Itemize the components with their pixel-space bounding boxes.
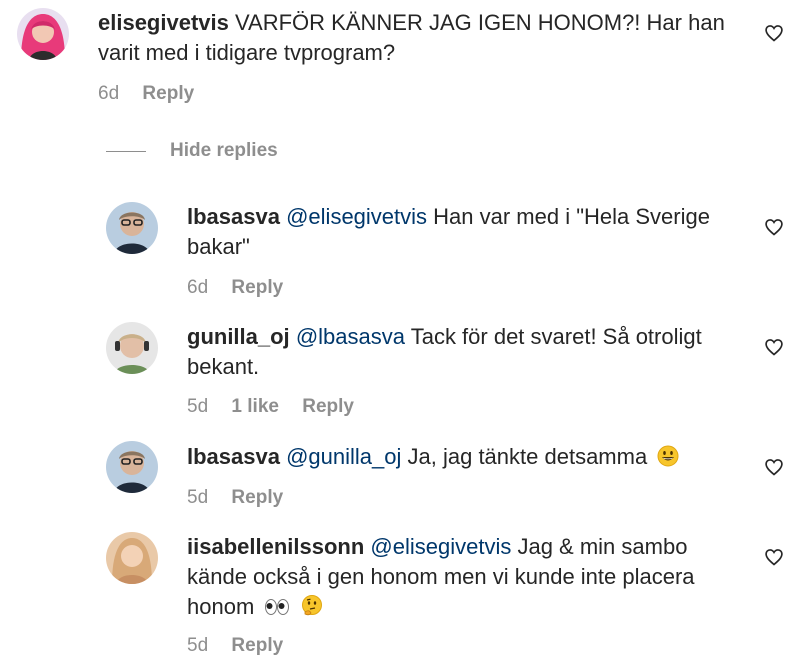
- hide-replies-button[interactable]: Hide replies: [106, 138, 278, 164]
- hide-replies-label: Hide replies: [170, 140, 278, 161]
- divider: [106, 150, 146, 152]
- comment-timestamp[interactable]: 5d: [187, 487, 208, 508]
- heart-icon[interactable]: [764, 23, 784, 43]
- thinking-face-emoji: [301, 595, 323, 625]
- comment-text: elisegivetvis VARFÖR KÄNNER JAG IGEN HON…: [98, 8, 748, 68]
- eyes-emoji: [264, 595, 290, 625]
- mention-link[interactable]: @elisegivetvis: [286, 204, 427, 229]
- reply-button[interactable]: Reply: [231, 277, 283, 298]
- comment-text: gunilla_oj @lbasasva Tack för det svaret…: [187, 322, 747, 382]
- comment-username[interactable]: lbasasva: [187, 204, 280, 229]
- comment-timestamp[interactable]: 5d: [187, 635, 208, 656]
- comment-body: Ja, jag tänkte detsamma: [407, 444, 648, 469]
- reply-lbasasva-2: lbasasva @gunilla_oj Ja, jag tänkte dets…: [0, 435, 800, 525]
- comment-username[interactable]: iisabellenilssonn: [187, 534, 364, 559]
- grinning-face-emoji: [657, 445, 679, 475]
- comment-meta: 5d Reply: [187, 635, 301, 657]
- reply-button[interactable]: Reply: [302, 396, 354, 417]
- comment-username[interactable]: gunilla_oj: [187, 324, 290, 349]
- heart-icon[interactable]: [764, 547, 784, 567]
- reply-button[interactable]: Reply: [231, 487, 283, 508]
- reply-lbasasva: lbasasva @elisegivetvis Han var med i "H…: [0, 195, 800, 305]
- comment-elisegivetvis: elisegivetvis VARFÖR KÄNNER JAG IGEN HON…: [0, 0, 800, 110]
- comment-timestamp[interactable]: 6d: [187, 277, 208, 298]
- comment-meta: 6d Reply: [98, 83, 212, 105]
- comment-text: lbasasva @gunilla_oj Ja, jag tänkte dets…: [187, 442, 747, 475]
- reply-iisabellenilssonn: iisabellenilssonn @elisegivetvis Jag & m…: [0, 525, 800, 660]
- avatar[interactable]: [17, 8, 69, 60]
- reply-button[interactable]: Reply: [231, 635, 283, 656]
- reply-gunilla-oj: gunilla_oj @lbasasva Tack för det svaret…: [0, 315, 800, 425]
- comment-text: lbasasva @elisegivetvis Han var med i "H…: [187, 202, 747, 262]
- mention-link[interactable]: @lbasasva: [296, 324, 405, 349]
- reply-button[interactable]: Reply: [142, 83, 194, 104]
- heart-icon[interactable]: [764, 457, 784, 477]
- comment-timestamp[interactable]: 6d: [98, 83, 119, 104]
- likes-count[interactable]: 1 like: [231, 396, 279, 417]
- avatar[interactable]: [106, 441, 158, 493]
- comment-username[interactable]: lbasasva: [187, 444, 280, 469]
- comment-username[interactable]: elisegivetvis: [98, 10, 229, 35]
- avatar[interactable]: [106, 532, 158, 584]
- avatar[interactable]: [106, 202, 158, 254]
- comment-meta: 5d Reply: [187, 487, 301, 509]
- avatar[interactable]: [106, 322, 158, 374]
- heart-icon[interactable]: [764, 217, 784, 237]
- comment-meta: 6d Reply: [187, 277, 301, 299]
- heart-icon[interactable]: [764, 337, 784, 357]
- mention-link[interactable]: @gunilla_oj: [286, 444, 401, 469]
- mention-link[interactable]: @elisegivetvis: [370, 534, 511, 559]
- comment-timestamp[interactable]: 5d: [187, 396, 208, 417]
- comment-text: iisabellenilssonn @elisegivetvis Jag & m…: [187, 532, 742, 625]
- comment-meta: 5d 1 like Reply: [187, 396, 372, 418]
